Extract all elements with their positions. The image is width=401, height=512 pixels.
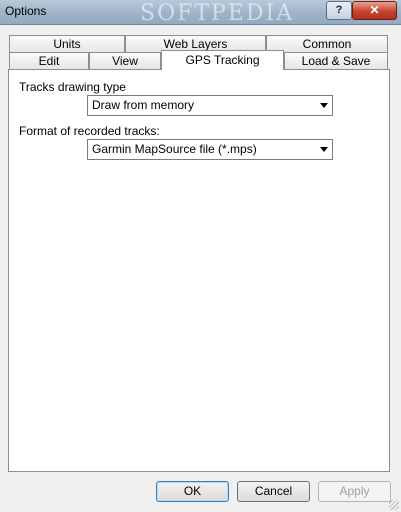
tracks-drawing-label: Tracks drawing type (19, 80, 126, 94)
format-recorded-tracks-label: Format of recorded tracks: (19, 124, 160, 138)
chevron-down-icon (320, 147, 328, 152)
tab-load-save[interactable]: Load & Save (284, 52, 388, 69)
tab-view[interactable]: View (89, 52, 161, 69)
apply-button[interactable]: Apply (318, 481, 391, 502)
tracks-drawing-select[interactable]: Draw from memory (87, 95, 333, 116)
window-title: Options (5, 4, 47, 18)
tab-edit[interactable]: Edit (9, 52, 89, 69)
close-button[interactable]: ✕ (352, 1, 397, 20)
title-bar: Options SOFTPEDIA ? ✕ (0, 0, 401, 26)
tab-gps-tracking[interactable]: GPS Tracking (161, 50, 284, 70)
resize-grip-icon[interactable] (389, 500, 399, 510)
tab-common[interactable]: Common (266, 35, 388, 52)
tracks-drawing-value: Draw from memory (92, 98, 195, 112)
format-recorded-tracks-select[interactable]: Garmin MapSource file (*.mps) (87, 139, 333, 160)
help-button[interactable]: ? (326, 1, 352, 20)
ok-button[interactable]: OK (156, 481, 229, 502)
cancel-button[interactable]: Cancel (237, 481, 310, 502)
chevron-down-icon (320, 103, 328, 108)
format-recorded-tracks-value: Garmin MapSource file (*.mps) (92, 142, 257, 156)
tab-units[interactable]: Units (9, 35, 125, 52)
watermark: SOFTPEDIA (140, 1, 295, 26)
